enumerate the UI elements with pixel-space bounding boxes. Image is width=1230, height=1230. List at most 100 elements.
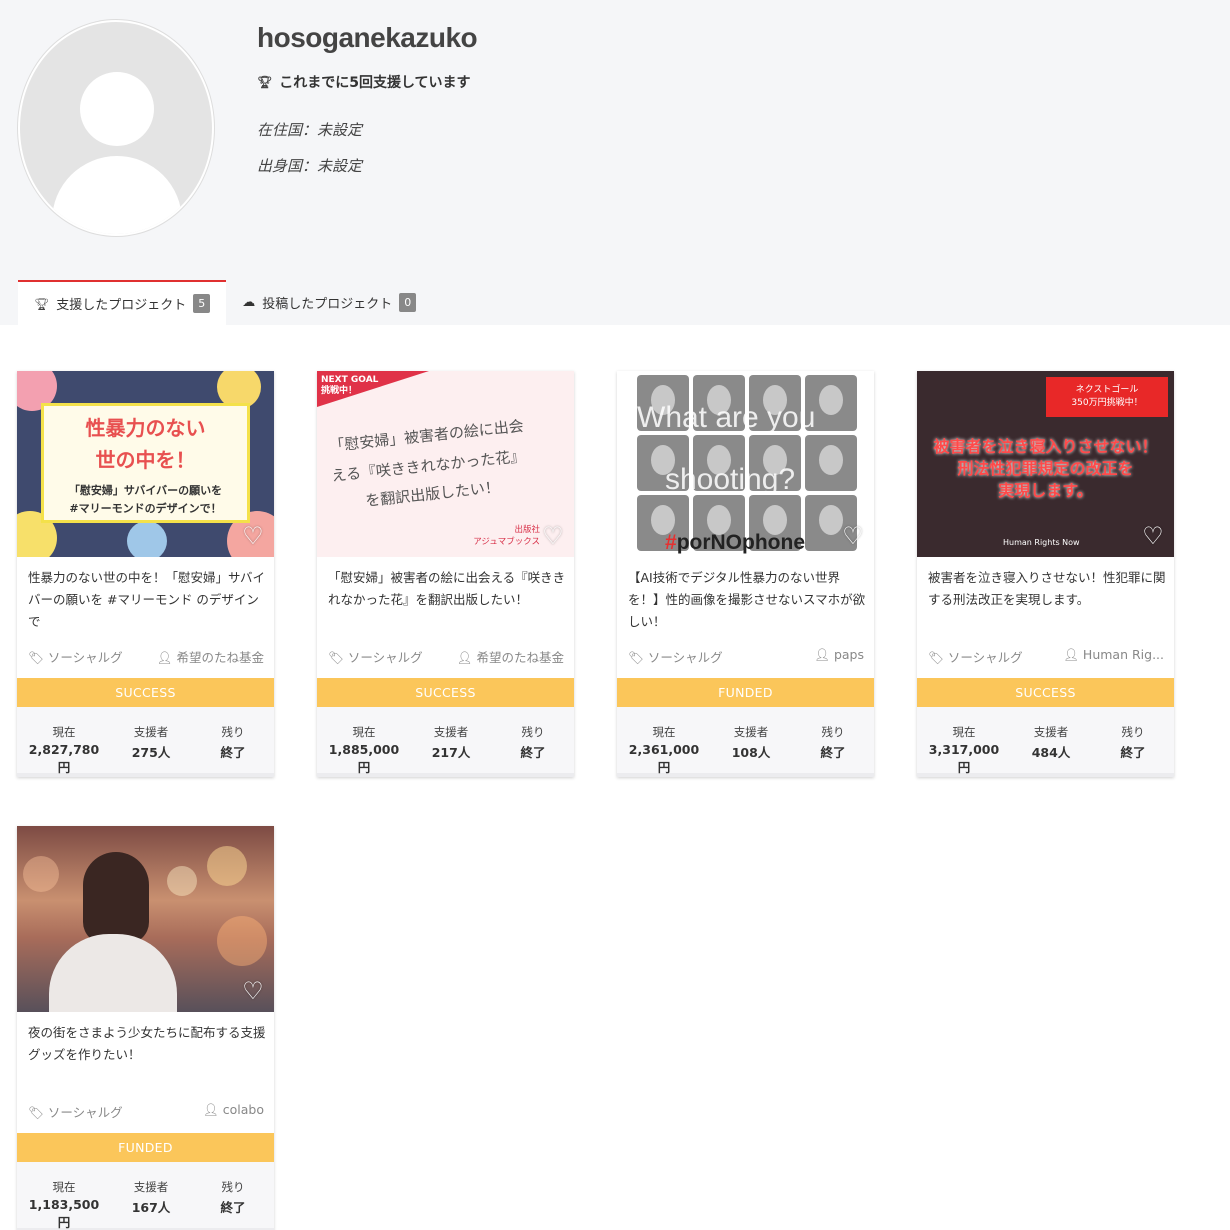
- project-title[interactable]: 被害者を泣き寝入りさせない！性犯罪に関する刑法改正を実現します。: [928, 567, 1166, 633]
- thumbnail-overlay-text: shooting?: [665, 463, 796, 496]
- tag-icon: 🏷︎: [28, 650, 48, 665]
- project-card[interactable]: ネクストゴール 350万円挑戦中！ 被害者を泣き寝入りさせない！ 刑法性犯罪規定…: [917, 371, 1174, 777]
- favorite-heart-icon[interactable]: ♡: [1140, 523, 1166, 549]
- stat-value: 終了: [820, 745, 846, 760]
- category-tag[interactable]: 🏷︎ ソーシャルグ: [628, 647, 723, 666]
- project-owner[interactable]: 👤︎ 希望のたね基金: [457, 647, 564, 666]
- tag-icon: 🏷︎: [328, 650, 348, 665]
- support-count: 🏆︎ これまでに5回支援しています: [257, 72, 471, 92]
- thumbnail-subtext: 「慰安婦」サバイバーの願いを: [68, 484, 223, 497]
- profile-header: hosoganekazuko 🏆︎ これまでに5回支援しています 在住国：未設定…: [0, 0, 1230, 325]
- stat-remaining: 残り 終了: [1109, 724, 1157, 761]
- project-title[interactable]: 「慰安婦」被害者の絵に出会える『咲ききれなかった花』を翻訳出版したい！: [328, 567, 566, 633]
- favorite-heart-icon[interactable]: ♡: [240, 523, 266, 549]
- owner-label: colabo: [222, 1102, 264, 1117]
- thumbnail-headline: 実現します。: [998, 481, 1093, 500]
- flower-pattern: [127, 521, 167, 557]
- owner-label: 希望のたね基金: [176, 650, 264, 665]
- project-card[interactable]: 性暴力のない 世の中を！ 「慰安婦」サバイバーの願いを #マリーモンドのデザイン…: [17, 371, 274, 777]
- photo-figure-hair: [83, 852, 149, 944]
- project-thumbnail[interactable]: ネクストゴール 350万円挑戦中！ 被害者を泣き寝入りさせない！ 刑法性犯罪規定…: [917, 371, 1174, 557]
- tab-supported-projects[interactable]: 🏆︎ 支援したプロジェクト 5: [18, 280, 227, 325]
- stat-value: 2,361,000円: [628, 742, 700, 775]
- project-title[interactable]: 性暴力のない世の中を！「慰安婦」サバイバーの願いを #マリーモンド のデザインで: [28, 567, 266, 633]
- stat-value: 1,885,000円: [328, 742, 400, 775]
- birthplace-info: 出身国：未設定: [257, 157, 363, 175]
- thumbnail-subtext: #マリーモンドのデザインで！: [69, 502, 222, 515]
- tab-label: 支援したプロジェクト: [56, 298, 187, 313]
- tab-count-badge: 0: [399, 293, 417, 312]
- thumbnail-tagline: #porNOphone: [665, 531, 805, 555]
- favorite-heart-icon[interactable]: ♡: [840, 523, 866, 549]
- category-tag[interactable]: 🏷︎ ソーシャルグ: [28, 1102, 123, 1121]
- tag-icon: 🏷︎: [928, 650, 948, 665]
- stat-value: 終了: [220, 745, 246, 760]
- project-meta: 🏷︎ ソーシャルグ 👤︎ paps: [628, 647, 864, 666]
- tab-count-badge: 5: [193, 294, 211, 313]
- owner-label: Human Rig...: [1082, 647, 1164, 662]
- project-stats: 現在 3,317,000円 支援者 484人 残り 終了: [917, 707, 1174, 777]
- bokeh-light: [207, 846, 247, 886]
- stat-value: 217人: [431, 745, 471, 760]
- stat-value: 484人: [1031, 745, 1071, 760]
- thumbnail-headline: 性暴力のない: [85, 416, 206, 440]
- stat-supporters: 支援者 484人: [1021, 724, 1081, 761]
- stat-label: 現在: [952, 725, 976, 739]
- project-thumbnail[interactable]: What are you shooting? #porNOphone ♡: [617, 371, 874, 557]
- project-thumbnail[interactable]: ♡: [17, 826, 274, 1012]
- favorite-heart-icon[interactable]: ♡: [540, 523, 566, 549]
- stat-label: 残り: [521, 725, 545, 739]
- username: hosoganekazuko: [257, 22, 478, 53]
- project-owner[interactable]: 👤︎ Human Rig...: [1063, 647, 1164, 666]
- stat-value: 108人: [731, 745, 771, 760]
- avatar: [18, 20, 214, 236]
- stat-label: 現在: [52, 725, 76, 739]
- photo-figure-coat: [49, 934, 177, 1012]
- project-title[interactable]: 夜の街をさまよう少女たちに配布する支援グッズを作りたい！: [28, 1022, 266, 1088]
- stat-remaining: 残り 終了: [209, 1179, 257, 1216]
- project-title[interactable]: 【AI技術でデジタル性暴力のない世界を！】性的画像を撮影させないスマホが欲しい！: [628, 567, 866, 633]
- project-stats: 現在 2,827,780円 支援者 275人 残り 終了: [17, 707, 274, 777]
- project-owner[interactable]: 👤︎ paps: [814, 647, 864, 666]
- tab-posted-projects[interactable]: ☁ 投稿したプロジェクト 0: [226, 280, 432, 325]
- project-card[interactable]: NEXT GOAL 挑戦中！ 「慰安婦」被害者の絵に出会 える『咲ききれなかった…: [317, 371, 574, 777]
- support-count-text: これまでに5回支援しています: [279, 75, 471, 91]
- project-card[interactable]: ♡ 夜の街をさまよう少女たちに配布する支援グッズを作りたい！ 🏷︎ ソーシャルグ…: [17, 826, 274, 1230]
- thumbnail-headline: 刑法性犯罪規定の改正を: [957, 459, 1134, 478]
- stat-supporters: 支援者 217人: [421, 724, 481, 761]
- hash-mark: #: [665, 531, 677, 554]
- stat-value: 終了: [520, 745, 546, 760]
- publisher-label: 出版社 アジュマブックス: [473, 523, 540, 547]
- project-owner[interactable]: 👤︎ 希望のたね基金: [157, 647, 264, 666]
- stat-value: 1,183,500円: [28, 1197, 100, 1230]
- stat-supporters: 支援者 108人: [721, 724, 781, 761]
- stat-label: 現在: [352, 725, 376, 739]
- stat-value: 2,827,780円: [28, 742, 100, 775]
- category-label: ソーシャルグ: [47, 1105, 123, 1120]
- project-thumbnail[interactable]: NEXT GOAL 挑戦中！ 「慰安婦」被害者の絵に出会 える『咲ききれなかった…: [317, 371, 574, 557]
- project-meta: 🏷︎ ソーシャルグ 👤︎ Human Rig...: [928, 647, 1164, 666]
- project-owner[interactable]: 👤︎ colabo: [203, 1102, 264, 1121]
- thumbnail-overlay-text: What are you: [637, 401, 816, 434]
- category-label: ソーシャルグ: [347, 650, 423, 665]
- next-goal-label: NEXT GOAL 挑戦中！: [321, 375, 378, 397]
- project-card[interactable]: What are you shooting? #porNOphone ♡ 【AI…: [617, 371, 874, 777]
- user-icon: 👤︎: [814, 647, 834, 662]
- stat-current: 現在 2,827,780円: [27, 724, 101, 776]
- publisher-line: アジュマブックス: [473, 537, 540, 547]
- category-tag[interactable]: 🏷︎ ソーシャルグ: [328, 647, 423, 666]
- project-stats: 現在 1,885,000円 支援者 217人 残り 終了: [317, 707, 574, 777]
- next-goal-box: ネクストゴール 350万円挑戦中！: [1046, 377, 1168, 417]
- thumbnail-text-frame: 性暴力のない 世の中を！ 「慰安婦」サバイバーの願いを #マリーモンドのデザイン…: [41, 403, 250, 523]
- stat-value: 167人: [131, 1200, 171, 1215]
- project-thumbnail[interactable]: 性暴力のない 世の中を！ 「慰安婦」サバイバーの願いを #マリーモンドのデザイン…: [17, 371, 274, 557]
- owner-label: paps: [833, 647, 864, 662]
- next-goal-line: 350万円挑戦中！: [1071, 398, 1143, 408]
- category-tag[interactable]: 🏷︎ ソーシャルグ: [928, 647, 1023, 666]
- user-icon: 👤︎: [202, 1102, 223, 1117]
- favorite-heart-icon[interactable]: ♡: [240, 978, 266, 1004]
- project-stats: 現在 1,183,500円 支援者 167人 残り 終了: [17, 1162, 274, 1230]
- project-meta: 🏷︎ ソーシャルグ 👤︎ 希望のたね基金: [28, 647, 264, 666]
- category-tag[interactable]: 🏷︎ ソーシャルグ: [28, 647, 123, 666]
- category-label: ソーシャルグ: [947, 650, 1023, 665]
